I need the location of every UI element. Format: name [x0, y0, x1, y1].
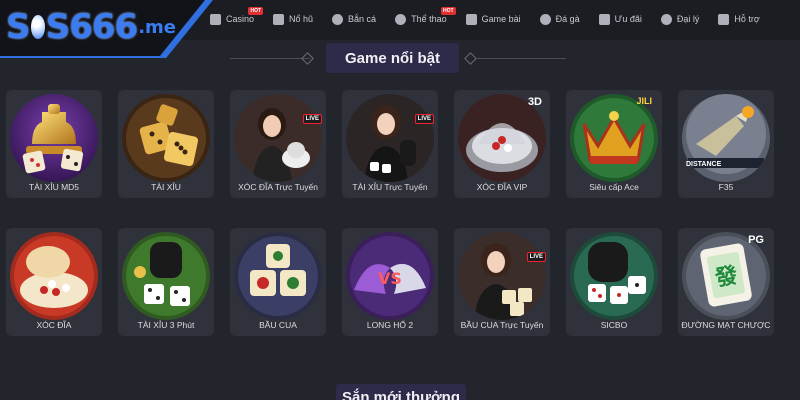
game-card-xoc-dia-truc-tuyen[interactable]: LIVE XÓC ĐĨA Trực Tuyến — [230, 90, 326, 198]
section-title: Game nổi bật — [326, 43, 459, 73]
logo-letter: S — [6, 7, 30, 47]
gift-icon — [598, 13, 610, 25]
fish-icon — [332, 13, 344, 25]
jet-icon — [682, 94, 770, 182]
bau-cua-dice-icon — [234, 232, 322, 320]
diamond-ornament-right — [464, 52, 477, 65]
nav-ban-ca[interactable]: Bắn cá — [332, 13, 377, 25]
nav-label: Đá gà — [555, 14, 580, 24]
nav-label: Nổ hũ — [289, 14, 314, 24]
live-badge: LIVE — [414, 114, 434, 124]
3d-badge: 3D — [527, 96, 542, 108]
nav-da-ga[interactable]: Đá gà — [539, 13, 580, 25]
game-card-xoc-dia-vip[interactable]: 3D XÓC ĐĨA VIP — [454, 90, 550, 198]
nav-label: Hỗ trợ — [734, 14, 760, 24]
sicbo-icon — [570, 232, 658, 320]
svg-text:發: 發 — [712, 263, 739, 292]
title-divider-left — [230, 58, 310, 59]
nav-the-thao[interactable]: Thể thao HOT — [395, 6, 456, 25]
rooster-icon — [539, 13, 551, 25]
game-label: F35 — [718, 182, 734, 192]
game-card-sieu-cap-ace[interactable]: JILI Siêu cấp Ace — [566, 90, 662, 198]
plate-bowl-icon — [10, 232, 98, 320]
game-label: TÀI XỈU MD5 — [28, 182, 80, 192]
game-card-duong-mat-chuoc[interactable]: 發 PG ĐƯỜNG MẠT CHƯỢC — [678, 228, 774, 336]
dragon-tiger-icon: VS — [346, 232, 434, 320]
cards-icon — [465, 13, 477, 25]
slot-icon — [273, 13, 285, 25]
game-card-xoc-dia[interactable]: XÓC ĐĨA — [6, 228, 102, 336]
games-grid: TÀI XỈU MD5 TÀI XỈU LIVE XÓC ĐĨA Trực Tu… — [6, 90, 774, 336]
game-label: XÓC ĐĨA — [36, 320, 72, 330]
pg-badge: PG — [748, 234, 764, 246]
game-label: XÓC ĐĨA Trực Tuyến — [238, 182, 318, 192]
game-label: BẦU CUA Trực Tuyến — [460, 320, 544, 330]
site-logo[interactable]: S S666 .me — [6, 7, 176, 47]
game-card-bau-cua[interactable]: BẦU CUA — [230, 228, 326, 336]
play-icon — [210, 13, 221, 25]
game-card-tai-xiu-md5[interactable]: TÀI XỈU MD5 — [6, 90, 102, 198]
game-label: Siêu cấp Ace — [589, 182, 639, 192]
main-nav: Casino HOT Nổ hũ Bắn cá Thể thao HOT Gam… — [210, 6, 779, 28]
crown-icon — [570, 94, 658, 182]
nav-label: Casino — [226, 14, 255, 24]
nav-label: Thể thao — [411, 14, 447, 24]
golden-dice-cup-icon — [10, 94, 98, 182]
live-badge: LIVE — [526, 252, 546, 262]
game-label: LONG HỔ 2 — [366, 320, 414, 330]
game-card-tai-xiu[interactable]: TÀI XỈU — [118, 90, 214, 198]
distance-badge: DISTANCE — [686, 161, 722, 168]
game-label: XÓC ĐĨA VIP — [476, 182, 528, 192]
game-card-bau-cua-truc-tuyen[interactable]: LIVE BẦU CUA Trực Tuyến — [454, 228, 550, 336]
hot-badge: HOT — [441, 6, 456, 15]
game-label: BẦU CUA — [259, 320, 297, 330]
live-dealer-icon — [346, 94, 434, 182]
game-card-tai-xiu-truc-tuyen[interactable]: LIVE TÀI XỈU Trực Tuyến — [342, 90, 438, 198]
logo-bubble-icon — [30, 15, 45, 39]
diamond-ornament-left — [301, 52, 314, 65]
game-label: TÀI XỈU Trực Tuyến — [352, 182, 428, 192]
title-divider-right — [476, 58, 566, 59]
nav-label: Đại lý — [676, 14, 700, 24]
live-badge: LIVE — [302, 114, 322, 124]
svg-text:VS: VS — [378, 269, 402, 288]
nav-uu-dai[interactable]: Ưu đãi — [598, 13, 642, 25]
jili-badge: JILI — [636, 96, 652, 106]
nav-label: Ưu đãi — [614, 14, 642, 24]
nav-game-bai[interactable]: Game bài — [465, 13, 521, 25]
logo-brand: S666 — [45, 7, 138, 47]
game-label: TÀI XỈU 3 Phút — [137, 320, 195, 330]
game-card-f35[interactable]: DISTANCE F35 — [678, 90, 774, 198]
nav-casino[interactable]: Casino HOT — [210, 6, 264, 25]
agent-icon — [660, 13, 672, 25]
dice-cup-icon — [122, 232, 210, 320]
game-label: TÀI XỈU — [151, 182, 181, 192]
live-dealer-icon — [458, 232, 546, 320]
game-card-tai-xiu-3-phut[interactable]: TÀI XỈU 3 Phút — [118, 228, 214, 336]
sports-icon — [395, 13, 407, 25]
nav-no-hu[interactable]: Nổ hũ — [273, 13, 314, 25]
nav-label: Game bài — [481, 14, 521, 24]
nav-ho-tro[interactable]: Hỗ trợ — [718, 13, 760, 25]
nav-dai-ly[interactable]: Đại lý — [660, 13, 700, 25]
next-section-title: Sắn mới thưởng — [336, 384, 466, 400]
game-card-long-ho-2[interactable]: VS LONG HỔ 2 — [342, 228, 438, 336]
game-label: SICBO — [600, 320, 628, 330]
game-card-sicbo[interactable]: SICBO — [566, 228, 662, 336]
hot-badge: HOT — [248, 6, 264, 15]
nav-label: Bắn cá — [348, 14, 377, 24]
support-icon — [718, 13, 730, 25]
live-dealer-icon — [234, 94, 322, 182]
logo-tld: .me — [138, 16, 176, 38]
game-label: ĐƯỜNG MẠT CHƯỢC — [681, 320, 771, 330]
gold-dice-icon — [122, 94, 210, 182]
